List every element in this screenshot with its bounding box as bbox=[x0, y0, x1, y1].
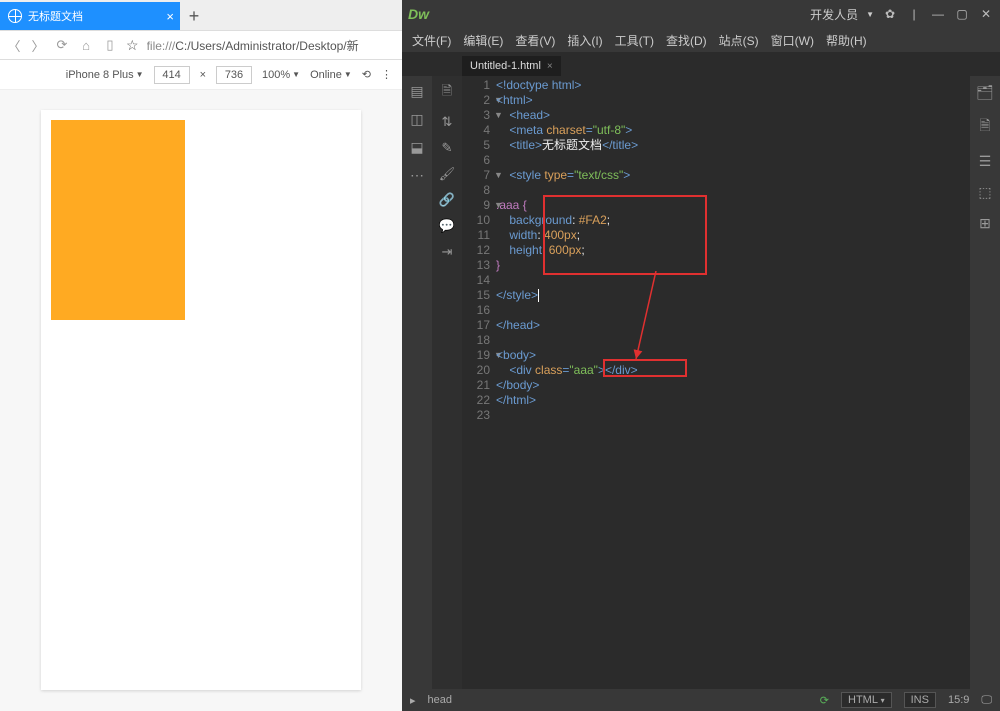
back-icon[interactable]: 〈 bbox=[6, 37, 22, 53]
dw-titlebar: Dw 开发人员 ▼ ✿ | — ▢ ✕ bbox=[402, 0, 1000, 28]
menu-edit[interactable]: 编辑(E) bbox=[463, 32, 503, 49]
height-input[interactable]: 736 bbox=[216, 66, 252, 84]
file-tab-label: Untitled-1.html bbox=[470, 60, 541, 72]
ins-toggle[interactable]: INS bbox=[904, 692, 936, 708]
view-switch-toolbar: ▤ ◫ ⬓ ⋯ bbox=[402, 76, 432, 689]
live-view-icon[interactable]: ⬓ bbox=[408, 138, 426, 156]
reload-icon[interactable]: ⟳ bbox=[54, 37, 70, 53]
forward-icon[interactable]: 〉 bbox=[30, 37, 46, 53]
indent-icon[interactable]: ⇥ bbox=[442, 244, 453, 260]
panel-icon[interactable]: 🗎 bbox=[979, 115, 990, 139]
dw-logo-icon: Dw bbox=[408, 6, 429, 22]
menu-site[interactable]: 站点(S) bbox=[719, 32, 759, 49]
kebab-icon[interactable]: ⋮ bbox=[381, 68, 392, 81]
menu-file[interactable]: 文件(F) bbox=[412, 32, 451, 49]
comment-icon[interactable]: 💬 bbox=[439, 218, 455, 234]
right-panel-icons: 🗂 🗎 ☰ ⬚ ⊞ bbox=[970, 76, 1000, 689]
lang-select[interactable]: HTML ▾ bbox=[841, 692, 892, 708]
dw-file-tabs: Untitled-1.html × bbox=[402, 52, 1000, 76]
breadcrumb[interactable]: head bbox=[428, 694, 452, 706]
code-toolbar: 🗎 ⇅ ✎ 🖌 🔗 💬 ⇥ bbox=[432, 76, 462, 689]
code-view-icon[interactable]: ▤ bbox=[408, 82, 426, 100]
panel-icon[interactable]: ☰ bbox=[979, 153, 992, 170]
code-content[interactable]: <!doctype html> <html> <head> <meta char… bbox=[496, 76, 638, 689]
device-select[interactable]: iPhone 8 Plus ▼ bbox=[66, 69, 144, 81]
sync-icon[interactable]: ⟳ bbox=[820, 694, 829, 707]
close-icon[interactable]: × bbox=[547, 61, 553, 72]
panel-icon[interactable]: 🗂 bbox=[976, 84, 994, 101]
preview-viewport-wrap bbox=[0, 90, 402, 711]
new-tab-button[interactable]: + bbox=[180, 2, 208, 30]
zoom-select[interactable]: 100% ▼ bbox=[262, 69, 300, 81]
menu-insert[interactable]: 插入(I) bbox=[567, 32, 602, 49]
link-icon[interactable]: 🔗 bbox=[439, 192, 455, 208]
panel-icon[interactable]: ⊞ bbox=[979, 215, 991, 232]
minimize-icon[interactable]: — bbox=[930, 7, 946, 21]
rotate-icon[interactable]: ⟲ bbox=[362, 68, 371, 81]
doc-icon[interactable]: 🗎 bbox=[442, 82, 452, 104]
width-input[interactable]: 414 bbox=[154, 66, 190, 84]
menu-window[interactable]: 窗口(W) bbox=[771, 32, 814, 49]
line-gutter: 1234567891011121314151617181920212223 bbox=[462, 76, 496, 689]
preview-viewport bbox=[41, 110, 361, 690]
devtools-device-bar: iPhone 8 Plus ▼ 414 × 736 100% ▼ Online … bbox=[0, 60, 402, 90]
panel-icon[interactable]: ⬚ bbox=[978, 184, 991, 201]
menu-tools[interactable]: 工具(T) bbox=[615, 32, 654, 49]
dw-menubar: 文件(F) 编辑(E) 查看(V) 插入(I) 工具(T) 查找(D) 站点(S… bbox=[402, 28, 1000, 52]
dw-statusbar: ▸ head ⟳ HTML ▾ INS 15:9 🖵 bbox=[402, 689, 1000, 711]
reader-icon[interactable]: ▯ bbox=[102, 37, 118, 53]
dots-icon[interactable]: ⋯ bbox=[408, 166, 426, 184]
close-icon[interactable]: × bbox=[166, 9, 174, 24]
collapse-icon[interactable]: ▸ bbox=[410, 694, 416, 707]
dreamweaver-pane: Dw 开发人员 ▼ ✿ | — ▢ ✕ 文件(F) 编辑(E) 查看(V) 插入… bbox=[402, 0, 1000, 711]
tab-title: 无标题文档 bbox=[28, 8, 83, 24]
network-select[interactable]: Online ▼ bbox=[310, 69, 352, 81]
tab-bar: 无标题文档 × + bbox=[0, 0, 402, 30]
maximize-icon[interactable]: ▢ bbox=[954, 7, 970, 21]
wand-icon[interactable]: ✎ bbox=[442, 140, 453, 156]
home-icon[interactable]: ⌂ bbox=[78, 37, 94, 53]
url-field[interactable]: file:///C:/Users/Administrator/Desktop/新 bbox=[147, 37, 396, 54]
split-view-icon[interactable]: ◫ bbox=[408, 110, 426, 128]
bar-icon[interactable]: | bbox=[906, 7, 922, 21]
cursor-pos: 15:9 bbox=[948, 694, 969, 706]
dw-body: ▤ ◫ ⬓ ⋯ 🗎 ⇅ ✎ 🖌 🔗 💬 ⇥ 123456789101112131… bbox=[402, 76, 1000, 689]
gear-icon[interactable]: ✿ bbox=[882, 7, 898, 21]
rendered-div-aaa bbox=[51, 120, 185, 320]
chevron-down-icon[interactable]: ▼ bbox=[866, 10, 874, 19]
close-icon[interactable]: ✕ bbox=[978, 7, 994, 21]
dim-separator: × bbox=[200, 69, 206, 81]
menu-view[interactable]: 查看(V) bbox=[515, 32, 555, 49]
browser-tab[interactable]: 无标题文档 × bbox=[0, 2, 180, 30]
globe-icon bbox=[8, 9, 22, 23]
workspace-label[interactable]: 开发人员 bbox=[810, 6, 858, 23]
browser-pane: 无标题文档 × + 〈 〉 ⟳ ⌂ ▯ ☆ file:///C:/Users/A… bbox=[0, 0, 402, 711]
screen-icon[interactable]: 🖵 bbox=[981, 694, 992, 707]
updown-icon[interactable]: ⇅ bbox=[442, 114, 453, 130]
menu-find[interactable]: 查找(D) bbox=[666, 32, 707, 49]
annotation-arrow bbox=[616, 271, 676, 371]
file-tab[interactable]: Untitled-1.html × bbox=[462, 56, 561, 76]
address-bar: 〈 〉 ⟳ ⌂ ▯ ☆ file:///C:/Users/Administrat… bbox=[0, 30, 402, 60]
code-editor[interactable]: 1234567891011121314151617181920212223 ▼▼… bbox=[462, 76, 970, 689]
brush-icon[interactable]: 🖌 bbox=[439, 166, 456, 182]
menu-help[interactable]: 帮助(H) bbox=[826, 32, 867, 49]
bookmark-icon[interactable]: ☆ bbox=[126, 37, 139, 54]
